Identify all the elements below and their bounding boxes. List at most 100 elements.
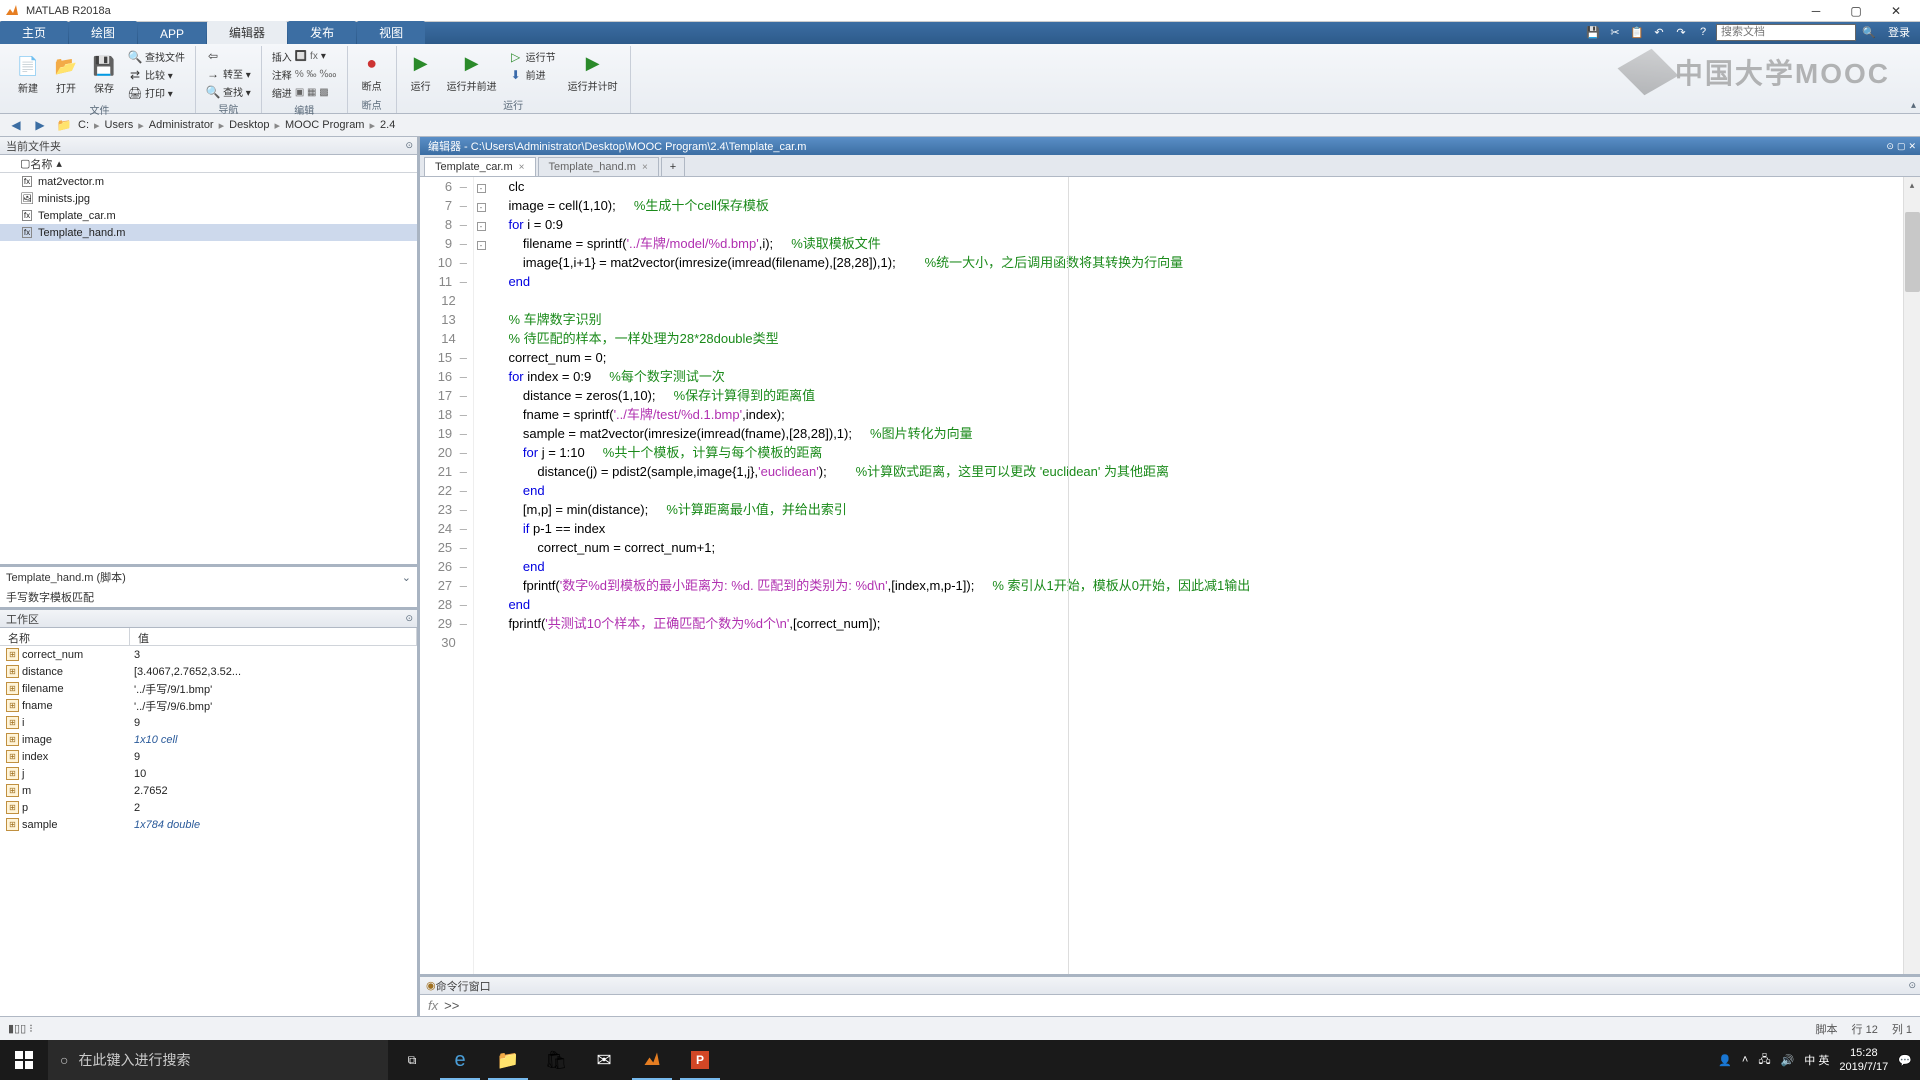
code-line[interactable]: fprintf('共测试10个样本，正确匹配个数为%d个\n',[correct…: [494, 614, 1920, 633]
taskbar-search[interactable]: ○ 在此键入进行搜索: [48, 1040, 388, 1080]
tray-volume-icon[interactable]: 🔊: [1781, 1054, 1795, 1067]
fold-button[interactable]: -: [477, 184, 486, 193]
taskbar-matlab[interactable]: [628, 1040, 676, 1080]
tab-home[interactable]: 主页: [0, 21, 68, 44]
nav-back-icon[interactable]: ◀: [6, 116, 26, 134]
collapse-ribbon-button[interactable]: ▴: [1911, 100, 1916, 111]
taskbar-mail[interactable]: ✉: [580, 1040, 628, 1080]
workspace-variable[interactable]: ⊞image1x10 cell: [0, 731, 417, 748]
qat-redo-icon[interactable]: ↷: [1672, 23, 1690, 41]
folder-up-icon[interactable]: 📁: [54, 116, 74, 134]
line-number[interactable]: 8 –: [420, 215, 467, 234]
tab-close-icon[interactable]: ×: [642, 162, 648, 173]
tray-ime[interactable]: 中 英: [1804, 1052, 1829, 1068]
code-line[interactable]: [494, 633, 1920, 652]
advance-button[interactable]: ⬇前进: [505, 66, 560, 83]
workspace-variable[interactable]: ⊞j10: [0, 765, 417, 782]
compare-button[interactable]: ⇄比较 ▾: [124, 66, 189, 83]
code-line[interactable]: correct_num = 0;: [494, 348, 1920, 367]
line-number[interactable]: 27 –: [420, 576, 467, 595]
line-number[interactable]: 30: [420, 633, 467, 652]
crumb[interactable]: C:: [78, 119, 89, 131]
doc-search-input[interactable]: [1716, 24, 1856, 41]
tray-up-icon[interactable]: ˄: [1742, 1054, 1748, 1066]
run-advance-button[interactable]: ▶运行并前进: [441, 48, 503, 96]
line-number[interactable]: 14: [420, 329, 467, 348]
new-button[interactable]: 📄新建: [10, 48, 46, 101]
code-line[interactable]: image{1,i+1} = mat2vector(imresize(imrea…: [494, 253, 1920, 272]
run-button[interactable]: ▶运行: [403, 48, 439, 96]
code-editor[interactable]: 6 –7 –8 –9 –10 –11 –12 13 14 15 –16 –17 …: [420, 177, 1920, 974]
line-number[interactable]: 13: [420, 310, 467, 329]
code-line[interactable]: filename = sprintf('../车牌/model/%d.bmp',…: [494, 234, 1920, 253]
open-button[interactable]: 📂打开: [48, 48, 84, 101]
line-number[interactable]: 12: [420, 291, 467, 310]
taskbar-explorer[interactable]: 📁: [484, 1040, 532, 1080]
editor-maximize-icon[interactable]: ▢: [1897, 141, 1906, 152]
code-line[interactable]: if p-1 == index: [494, 519, 1920, 538]
crumb[interactable]: 2.4: [380, 119, 395, 131]
tray-clock[interactable]: 15:28 2019/7/17: [1839, 1046, 1888, 1074]
vertical-scrollbar[interactable]: ▴: [1903, 177, 1920, 974]
tab-publish[interactable]: 发布: [288, 21, 356, 44]
line-number[interactable]: 24 –: [420, 519, 467, 538]
run-time-button[interactable]: ▶运行并计时: [562, 48, 624, 96]
crumb[interactable]: Desktop: [229, 119, 269, 131]
code-line[interactable]: [494, 291, 1920, 310]
new-tab-button[interactable]: +: [661, 157, 685, 176]
code-line[interactable]: for i = 0:9: [494, 215, 1920, 234]
minimize-button[interactable]: ─: [1796, 1, 1836, 21]
tab-view[interactable]: 视图: [357, 21, 425, 44]
nav-fwd-icon[interactable]: ▶: [30, 116, 50, 134]
code-line[interactable]: distance(j) = pdist2(sample,image{1,j},'…: [494, 462, 1920, 481]
crumb[interactable]: Users: [105, 119, 134, 131]
file-item[interactable]: fxTemplate_hand.m: [0, 224, 417, 241]
line-number[interactable]: 21 –: [420, 462, 467, 481]
run-section-button[interactable]: ▷运行节: [505, 48, 560, 65]
code-line[interactable]: end: [494, 272, 1920, 291]
code-line[interactable]: fprintf('数字%d到模板的最小距离为: %d. 匹配到的类别为: %d\…: [494, 576, 1920, 595]
panel-menu-icon[interactable]: ⊙: [405, 140, 413, 151]
workspace-variable[interactable]: ⊞distance[3.4067,2.7652,3.52...: [0, 663, 417, 680]
line-number[interactable]: 20 –: [420, 443, 467, 462]
editor-tab[interactable]: Template_hand.m ×: [538, 157, 659, 176]
tab-app[interactable]: APP: [138, 24, 206, 44]
taskbar-edge[interactable]: e: [436, 1040, 484, 1080]
file-item[interactable]: fxTemplate_car.m: [0, 207, 417, 224]
taskbar-store[interactable]: 🛍: [532, 1040, 580, 1080]
breadcrumb-path[interactable]: C:▸ Users▸ Administrator▸ Desktop▸ MOOC …: [78, 119, 395, 132]
code-line[interactable]: image = cell(1,10); %生成十个cell保存模板: [494, 196, 1920, 215]
print-button[interactable]: 🖨打印 ▾: [124, 84, 189, 101]
line-number[interactable]: 23 –: [420, 500, 467, 519]
workspace-variable[interactable]: ⊞fname'../手写/9/6.bmp': [0, 697, 417, 714]
close-button[interactable]: ✕: [1876, 1, 1916, 21]
editor-close-icon[interactable]: ✕: [1908, 141, 1916, 152]
tray-people-icon[interactable]: 👤: [1718, 1054, 1732, 1067]
save-button[interactable]: 💾保存: [86, 48, 122, 101]
panel-menu-icon[interactable]: ⊙: [1908, 980, 1916, 991]
qat-help-icon[interactable]: ?: [1694, 23, 1712, 41]
workspace-variable[interactable]: ⊞m2.7652: [0, 782, 417, 799]
crumb[interactable]: MOOC Program: [285, 119, 364, 131]
indent-button[interactable]: 缩进 ▣ ▦ ▩: [268, 84, 341, 101]
code-line[interactable]: for index = 0:9 %每个数字测试一次: [494, 367, 1920, 386]
command-prompt[interactable]: fx >>: [420, 995, 1920, 1016]
find-files-button[interactable]: 🔍查找文件: [124, 48, 189, 65]
code-line[interactable]: [m,p] = min(distance); %计算距离最小值，并给出索引: [494, 500, 1920, 519]
code-line[interactable]: distance = zeros(1,10); %保存计算得到的距离值: [494, 386, 1920, 405]
line-number[interactable]: 29 –: [420, 614, 467, 633]
file-item[interactable]: fxmat2vector.m: [0, 173, 417, 190]
editor-tab-active[interactable]: Template_car.m ×: [424, 157, 536, 176]
fold-button[interactable]: -: [477, 222, 486, 231]
line-number[interactable]: 25 –: [420, 538, 467, 557]
line-number[interactable]: 19 –: [420, 424, 467, 443]
tray-network-icon[interactable]: 🖧: [1758, 1051, 1770, 1070]
goto-button[interactable]: →转至 ▾: [202, 65, 255, 82]
login-link[interactable]: 登录: [1882, 24, 1916, 40]
code-line[interactable]: end: [494, 595, 1920, 614]
line-number[interactable]: 28 –: [420, 595, 467, 614]
comment-button[interactable]: 注释 % ‰ ‱: [268, 66, 341, 83]
workspace-variable[interactable]: ⊞p2: [0, 799, 417, 816]
line-number[interactable]: 17 –: [420, 386, 467, 405]
editor-menu-icon[interactable]: ⊙: [1886, 141, 1894, 152]
